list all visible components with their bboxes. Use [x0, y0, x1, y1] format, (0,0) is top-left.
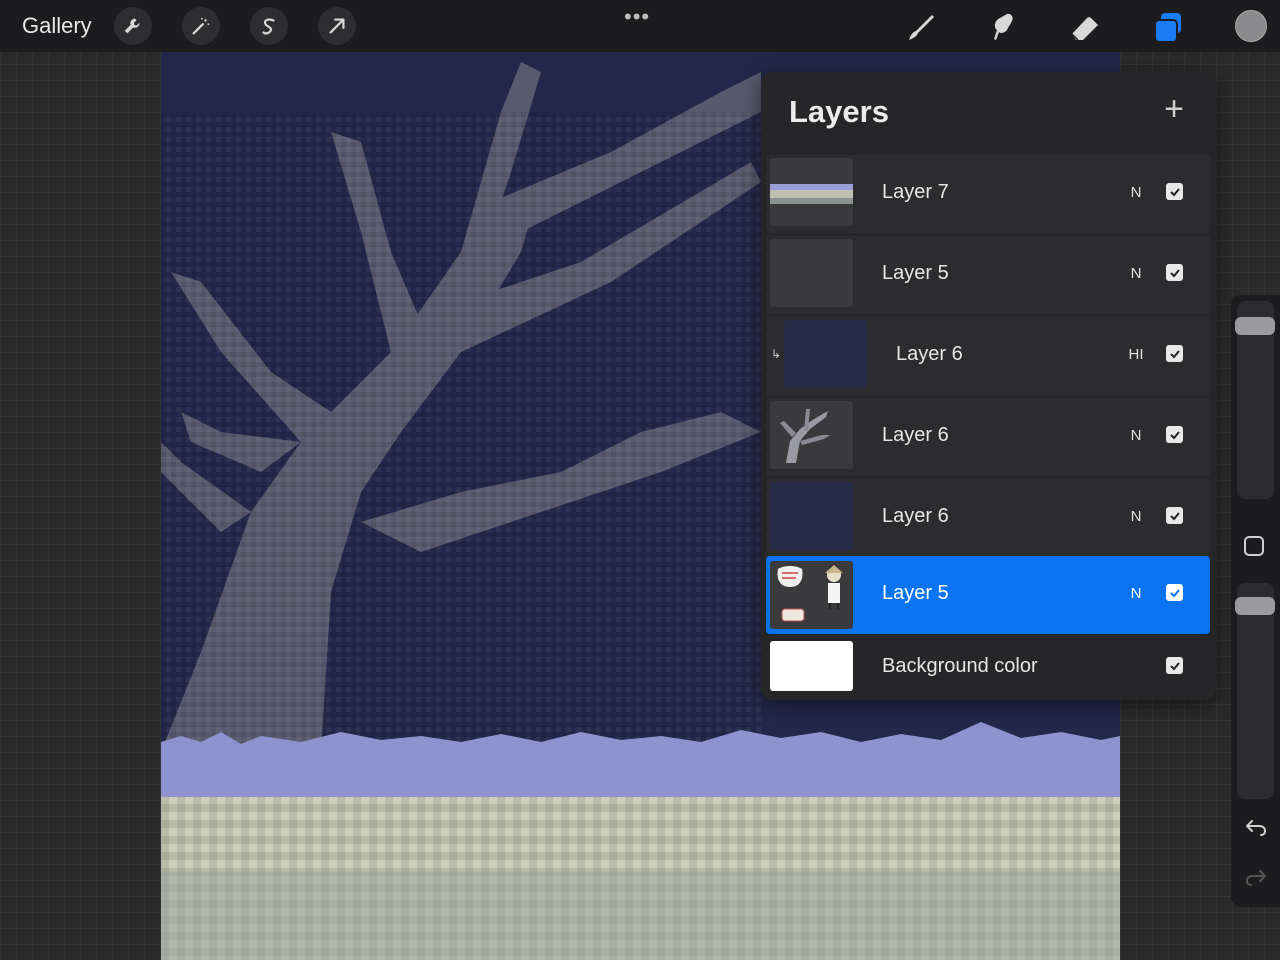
blend-mode-label[interactable]: N [1126, 427, 1146, 444]
layers-icon[interactable] [1151, 10, 1185, 44]
layer-thumbnail [770, 561, 853, 629]
layer-thumbnail [770, 158, 853, 226]
wrench-icon[interactable] [114, 7, 152, 45]
visibility-checkbox[interactable] [1166, 264, 1183, 281]
top-toolbar: Gallery ••• [0, 0, 1280, 52]
layer-name: Layer 6 [896, 343, 963, 365]
layer-name: Layer 5 [882, 582, 949, 604]
layer-row[interactable]: Layer 7 N [766, 155, 1210, 233]
layers-title: Layers [789, 94, 889, 129]
blend-mode-label[interactable]: N [1126, 585, 1146, 602]
layer-name: Layer 6 [882, 424, 949, 446]
color-picker-swatch[interactable] [1235, 10, 1267, 42]
background-color-row[interactable]: Background color [766, 637, 1210, 695]
layer-row[interactable]: Layer 6 N [766, 479, 1210, 557]
layer-row-selected[interactable]: Layer 5 N [766, 556, 1210, 634]
visibility-checkbox[interactable] [1166, 507, 1183, 524]
layers-panel: Layers + Layer 7 N Layer 5 N ↳ Layer 6 H… [761, 72, 1216, 700]
eraser-icon[interactable] [1068, 10, 1102, 44]
layer-name: Layer 6 [882, 505, 949, 527]
blend-mode-label[interactable]: HI [1126, 346, 1146, 363]
visibility-checkbox[interactable] [1166, 426, 1183, 443]
arrow-transform-icon[interactable] [318, 7, 356, 45]
more-options-icon[interactable]: ••• [624, 4, 650, 30]
magic-wand-icon[interactable] [182, 7, 220, 45]
layer-row[interactable]: ↳ Layer 6 HI [766, 317, 1210, 395]
add-layer-button[interactable]: + [1159, 92, 1189, 126]
layer-thumbnail [770, 482, 853, 550]
blend-mode-label[interactable]: N [1126, 265, 1146, 282]
blend-mode-label[interactable]: N [1126, 184, 1146, 201]
undo-icon[interactable] [1243, 815, 1269, 841]
layer-name: Background color [882, 655, 1038, 677]
layer-thumbnail [770, 239, 853, 307]
layer-name: Layer 7 [882, 181, 949, 203]
blend-mode-label[interactable]: N [1126, 508, 1146, 525]
visibility-checkbox[interactable] [1166, 584, 1183, 601]
layer-row[interactable]: Layer 5 N [766, 236, 1210, 314]
brush-icon[interactable] [903, 10, 937, 44]
visibility-checkbox[interactable] [1166, 345, 1183, 362]
modify-button[interactable] [1244, 536, 1264, 556]
redo-icon[interactable] [1243, 865, 1269, 891]
visibility-checkbox[interactable] [1166, 183, 1183, 200]
gallery-button[interactable]: Gallery [22, 13, 92, 39]
layer-thumbnail [784, 320, 867, 388]
brush-size-knob[interactable] [1235, 317, 1275, 335]
opacity-slider[interactable] [1237, 583, 1274, 799]
clipping-mask-icon: ↳ [771, 347, 782, 361]
layer-row[interactable]: Layer 6 N [766, 398, 1210, 476]
opacity-knob[interactable] [1235, 597, 1275, 615]
selection-s-icon[interactable] [250, 7, 288, 45]
visibility-checkbox[interactable] [1166, 657, 1183, 674]
background-color-swatch[interactable] [770, 641, 853, 691]
layer-thumbnail [770, 401, 853, 469]
side-slider-bar [1231, 295, 1280, 907]
layer-name: Layer 5 [882, 262, 949, 284]
smudge-icon[interactable] [985, 10, 1019, 44]
